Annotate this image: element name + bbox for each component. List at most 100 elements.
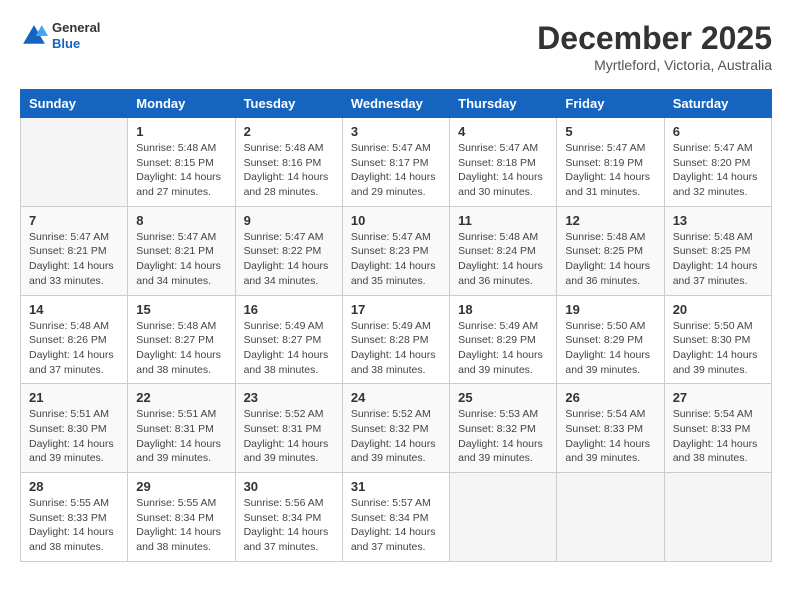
calendar-cell: 28 Sunrise: 5:55 AM Sunset: 8:33 PM Dayli… bbox=[21, 473, 128, 562]
calendar-cell: 5 Sunrise: 5:47 AM Sunset: 8:19 PM Daylig… bbox=[557, 118, 664, 207]
day-number: 16 bbox=[244, 302, 334, 317]
day-info: Sunrise: 5:48 AM Sunset: 8:25 PM Dayligh… bbox=[673, 230, 763, 289]
day-info: Sunrise: 5:53 AM Sunset: 8:32 PM Dayligh… bbox=[458, 407, 548, 466]
day-number: 31 bbox=[351, 479, 441, 494]
day-info: Sunrise: 5:47 AM Sunset: 8:18 PM Dayligh… bbox=[458, 141, 548, 200]
day-number: 9 bbox=[244, 213, 334, 228]
calendar-cell: 1 Sunrise: 5:48 AM Sunset: 8:15 PM Daylig… bbox=[128, 118, 235, 207]
day-number: 3 bbox=[351, 124, 441, 139]
day-number: 19 bbox=[565, 302, 655, 317]
day-number: 11 bbox=[458, 213, 548, 228]
calendar-cell: 24 Sunrise: 5:52 AM Sunset: 8:32 PM Dayli… bbox=[342, 384, 449, 473]
calendar-cell: 19 Sunrise: 5:50 AM Sunset: 8:29 PM Dayli… bbox=[557, 295, 664, 384]
day-number: 14 bbox=[29, 302, 119, 317]
day-info: Sunrise: 5:48 AM Sunset: 8:15 PM Dayligh… bbox=[136, 141, 226, 200]
day-number: 6 bbox=[673, 124, 763, 139]
day-number: 24 bbox=[351, 390, 441, 405]
page-header: General Blue December 2025 Myrtleford, V… bbox=[20, 20, 772, 73]
day-number: 23 bbox=[244, 390, 334, 405]
weekday-header-tuesday: Tuesday bbox=[235, 90, 342, 118]
calendar-cell: 13 Sunrise: 5:48 AM Sunset: 8:25 PM Dayli… bbox=[664, 206, 771, 295]
day-info: Sunrise: 5:48 AM Sunset: 8:24 PM Dayligh… bbox=[458, 230, 548, 289]
weekday-header-friday: Friday bbox=[557, 90, 664, 118]
month-title: December 2025 bbox=[537, 20, 772, 57]
day-info: Sunrise: 5:47 AM Sunset: 8:21 PM Dayligh… bbox=[136, 230, 226, 289]
day-info: Sunrise: 5:51 AM Sunset: 8:30 PM Dayligh… bbox=[29, 407, 119, 466]
day-info: Sunrise: 5:49 AM Sunset: 8:27 PM Dayligh… bbox=[244, 319, 334, 378]
day-info: Sunrise: 5:47 AM Sunset: 8:19 PM Dayligh… bbox=[565, 141, 655, 200]
calendar-cell: 22Sunrise: 5:51 AM Sunset: 8:31 PM Dayli… bbox=[128, 384, 235, 473]
day-info: Sunrise: 5:50 AM Sunset: 8:29 PM Dayligh… bbox=[565, 319, 655, 378]
calendar-cell: 16 Sunrise: 5:49 AM Sunset: 8:27 PM Dayli… bbox=[235, 295, 342, 384]
day-info: Sunrise: 5:50 AM Sunset: 8:30 PM Dayligh… bbox=[673, 319, 763, 378]
day-number: 27 bbox=[673, 390, 763, 405]
calendar-cell: 7 Sunrise: 5:47 AM Sunset: 8:21 PM Daylig… bbox=[21, 206, 128, 295]
day-info: Sunrise: 5:49 AM Sunset: 8:29 PM Dayligh… bbox=[458, 319, 548, 378]
day-info: Sunrise: 5:47 AM Sunset: 8:21 PM Dayligh… bbox=[29, 230, 119, 289]
logo-icon bbox=[20, 22, 48, 50]
day-info: Sunrise: 5:48 AM Sunset: 8:26 PM Dayligh… bbox=[29, 319, 119, 378]
weekday-header-monday: Monday bbox=[128, 90, 235, 118]
day-number: 5 bbox=[565, 124, 655, 139]
day-info: Sunrise: 5:56 AM Sunset: 8:34 PM Dayligh… bbox=[244, 496, 334, 555]
calendar-table: SundayMondayTuesdayWednesdayThursdayFrid… bbox=[20, 89, 772, 562]
day-info: Sunrise: 5:47 AM Sunset: 8:17 PM Dayligh… bbox=[351, 141, 441, 200]
calendar-cell bbox=[450, 473, 557, 562]
day-number: 28 bbox=[29, 479, 119, 494]
day-number: 20 bbox=[673, 302, 763, 317]
day-number: 30 bbox=[244, 479, 334, 494]
day-info: Sunrise: 5:55 AM Sunset: 8:33 PM Dayligh… bbox=[29, 496, 119, 555]
day-number: 26 bbox=[565, 390, 655, 405]
calendar-cell: 4Sunrise: 5:47 AM Sunset: 8:18 PM Daylig… bbox=[450, 118, 557, 207]
logo: General Blue bbox=[20, 20, 100, 51]
day-info: Sunrise: 5:52 AM Sunset: 8:31 PM Dayligh… bbox=[244, 407, 334, 466]
calendar-cell: 17 Sunrise: 5:49 AM Sunset: 8:28 PM Dayli… bbox=[342, 295, 449, 384]
day-number: 1 bbox=[136, 124, 226, 139]
day-info: Sunrise: 5:47 AM Sunset: 8:22 PM Dayligh… bbox=[244, 230, 334, 289]
calendar-cell: 15Sunrise: 5:48 AM Sunset: 8:27 PM Dayli… bbox=[128, 295, 235, 384]
calendar-cell: 27Sunrise: 5:54 AM Sunset: 8:33 PM Dayli… bbox=[664, 384, 771, 473]
day-info: Sunrise: 5:47 AM Sunset: 8:20 PM Dayligh… bbox=[673, 141, 763, 200]
day-info: Sunrise: 5:47 AM Sunset: 8:23 PM Dayligh… bbox=[351, 230, 441, 289]
calendar-cell: 30 Sunrise: 5:56 AM Sunset: 8:34 PM Dayli… bbox=[235, 473, 342, 562]
day-info: Sunrise: 5:48 AM Sunset: 8:16 PM Dayligh… bbox=[244, 141, 334, 200]
location: Myrtleford, Victoria, Australia bbox=[537, 57, 772, 73]
day-info: Sunrise: 5:48 AM Sunset: 8:25 PM Dayligh… bbox=[565, 230, 655, 289]
day-number: 29 bbox=[136, 479, 226, 494]
weekday-header-wednesday: Wednesday bbox=[342, 90, 449, 118]
calendar-cell: 14 Sunrise: 5:48 AM Sunset: 8:26 PM Dayli… bbox=[21, 295, 128, 384]
day-number: 17 bbox=[351, 302, 441, 317]
day-info: Sunrise: 5:55 AM Sunset: 8:34 PM Dayligh… bbox=[136, 496, 226, 555]
calendar-cell: 29 Sunrise: 5:55 AM Sunset: 8:34 PM Dayli… bbox=[128, 473, 235, 562]
calendar-cell bbox=[664, 473, 771, 562]
week-row-2: 7 Sunrise: 5:47 AM Sunset: 8:21 PM Daylig… bbox=[21, 206, 772, 295]
calendar-cell bbox=[21, 118, 128, 207]
day-number: 8 bbox=[136, 213, 226, 228]
week-row-1: 1 Sunrise: 5:48 AM Sunset: 8:15 PM Daylig… bbox=[21, 118, 772, 207]
day-number: 12 bbox=[565, 213, 655, 228]
day-number: 18 bbox=[458, 302, 548, 317]
day-info: Sunrise: 5:49 AM Sunset: 8:28 PM Dayligh… bbox=[351, 319, 441, 378]
calendar-cell bbox=[557, 473, 664, 562]
day-number: 7 bbox=[29, 213, 119, 228]
calendar-cell: 25Sunrise: 5:53 AM Sunset: 8:32 PM Dayli… bbox=[450, 384, 557, 473]
day-info: Sunrise: 5:54 AM Sunset: 8:33 PM Dayligh… bbox=[565, 407, 655, 466]
logo-text: General Blue bbox=[52, 20, 100, 51]
day-info: Sunrise: 5:57 AM Sunset: 8:34 PM Dayligh… bbox=[351, 496, 441, 555]
day-number: 22 bbox=[136, 390, 226, 405]
weekday-header-sunday: Sunday bbox=[21, 90, 128, 118]
calendar-cell: 10Sunrise: 5:47 AM Sunset: 8:23 PM Dayli… bbox=[342, 206, 449, 295]
calendar-cell: 23 Sunrise: 5:52 AM Sunset: 8:31 PM Dayli… bbox=[235, 384, 342, 473]
day-number: 13 bbox=[673, 213, 763, 228]
calendar-cell: 26 Sunrise: 5:54 AM Sunset: 8:33 PM Dayli… bbox=[557, 384, 664, 473]
calendar-cell: 3 Sunrise: 5:47 AM Sunset: 8:17 PM Daylig… bbox=[342, 118, 449, 207]
weekday-header-thursday: Thursday bbox=[450, 90, 557, 118]
day-number: 21 bbox=[29, 390, 119, 405]
calendar-cell: 6 Sunrise: 5:47 AM Sunset: 8:20 PM Daylig… bbox=[664, 118, 771, 207]
day-number: 2 bbox=[244, 124, 334, 139]
week-row-3: 14 Sunrise: 5:48 AM Sunset: 8:26 PM Dayli… bbox=[21, 295, 772, 384]
calendar-cell: 8 Sunrise: 5:47 AM Sunset: 8:21 PM Daylig… bbox=[128, 206, 235, 295]
calendar-cell: 31 Sunrise: 5:57 AM Sunset: 8:34 PM Dayli… bbox=[342, 473, 449, 562]
calendar-cell: 12 Sunrise: 5:48 AM Sunset: 8:25 PM Dayli… bbox=[557, 206, 664, 295]
day-info: Sunrise: 5:52 AM Sunset: 8:32 PM Dayligh… bbox=[351, 407, 441, 466]
